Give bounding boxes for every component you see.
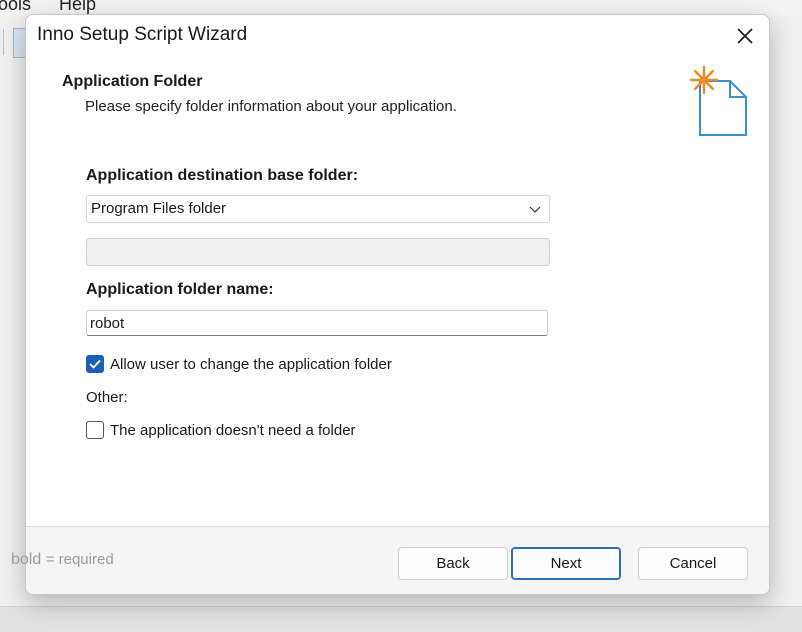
- no-folder-checkbox[interactable]: [86, 421, 104, 439]
- required-hint-text: = required: [45, 551, 114, 568]
- page-title: Application Folder: [62, 73, 203, 90]
- no-folder-label[interactable]: The application doesn't need a folder: [110, 422, 356, 439]
- allow-change-label[interactable]: Allow user to change the application fol…: [110, 356, 392, 373]
- folder-name-input[interactable]: [86, 310, 548, 336]
- custom-base-folder-field: [86, 238, 550, 266]
- required-hint-bold: bold: [11, 551, 42, 568]
- toolbar-separator: [3, 29, 4, 55]
- close-button[interactable]: [727, 21, 763, 51]
- chevron-down-icon: [529, 206, 541, 213]
- base-folder-select[interactable]: Program Files folder: [86, 195, 550, 223]
- back-button[interactable]: Back: [398, 547, 508, 580]
- other-label: Other:: [86, 389, 128, 406]
- allow-change-checkbox[interactable]: [86, 355, 104, 373]
- base-folder-label: Application destination base folder:: [86, 167, 359, 184]
- menu-tools[interactable]: ools: [0, 0, 31, 15]
- base-folder-value: Program Files folder: [91, 200, 227, 217]
- dialog-title: Inno Setup Script Wizard: [37, 24, 248, 45]
- folder-name-label: Application folder name:: [86, 281, 274, 298]
- close-icon: [737, 28, 753, 44]
- background-statusbar: [0, 606, 802, 632]
- required-hint: bold = required: [11, 551, 114, 569]
- wizard-dialog: Inno Setup Script Wizard Application Fol…: [25, 14, 770, 595]
- cancel-button[interactable]: Cancel: [638, 547, 748, 580]
- wizard-new-file-icon: [684, 65, 754, 144]
- page-subtitle: Please specify folder information about …: [85, 98, 457, 115]
- next-button[interactable]: Next: [511, 547, 621, 580]
- menu-help[interactable]: Help: [59, 0, 96, 15]
- checkmark-icon: [89, 359, 101, 369]
